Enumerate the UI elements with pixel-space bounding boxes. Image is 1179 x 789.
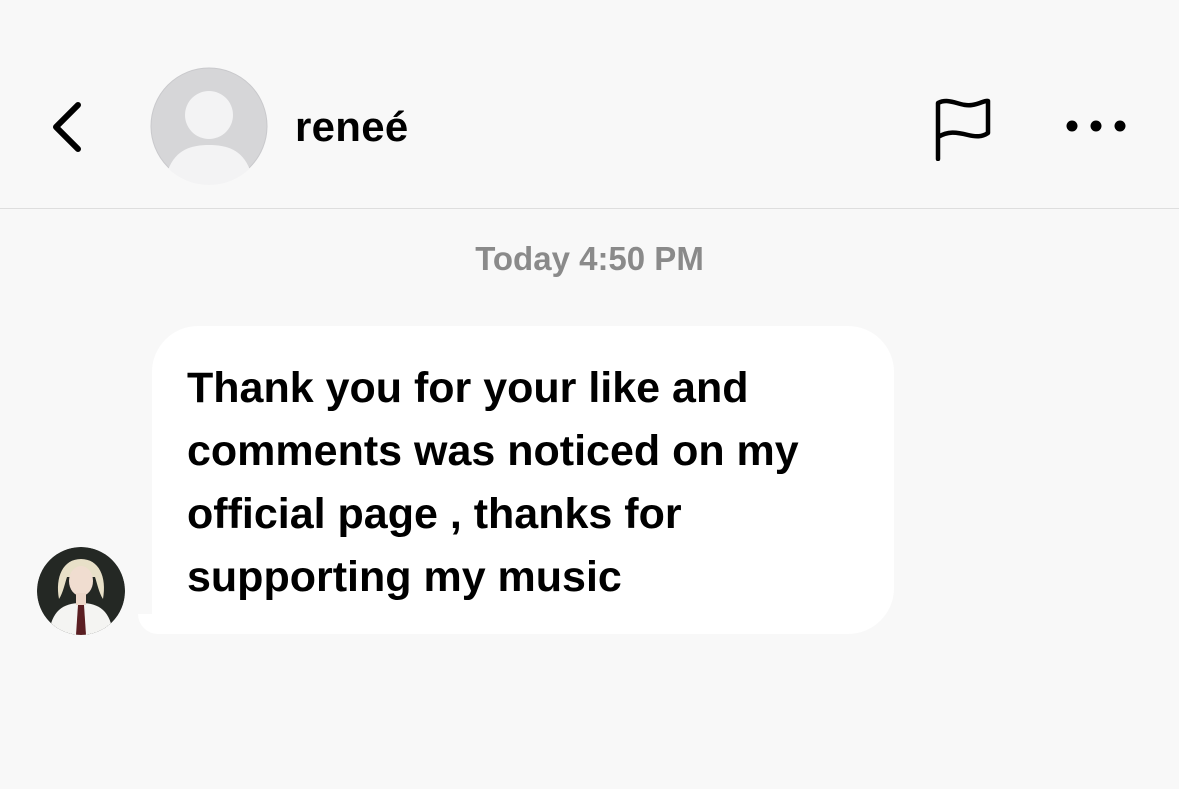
- back-button[interactable]: [38, 95, 98, 159]
- chat-username[interactable]: reneé: [295, 99, 409, 155]
- more-options-button[interactable]: [1054, 100, 1138, 152]
- flag-icon: [935, 98, 991, 161]
- report-button[interactable]: [922, 88, 1004, 168]
- chat-header: reneé: [0, 0, 1179, 209]
- message-text: Thank you for your like and comments was…: [187, 364, 799, 601]
- chevron-left-icon: [53, 102, 81, 152]
- profile-avatar[interactable]: [150, 67, 268, 185]
- default-avatar-icon: [150, 67, 268, 185]
- more-horizontal-icon: [1066, 120, 1126, 132]
- message-bubble[interactable]: Thank you for your like and comments was…: [152, 326, 894, 634]
- sender-photo: [37, 547, 125, 635]
- sender-avatar[interactable]: [37, 547, 125, 635]
- message-timestamp: Today 4:50 PM: [475, 240, 704, 277]
